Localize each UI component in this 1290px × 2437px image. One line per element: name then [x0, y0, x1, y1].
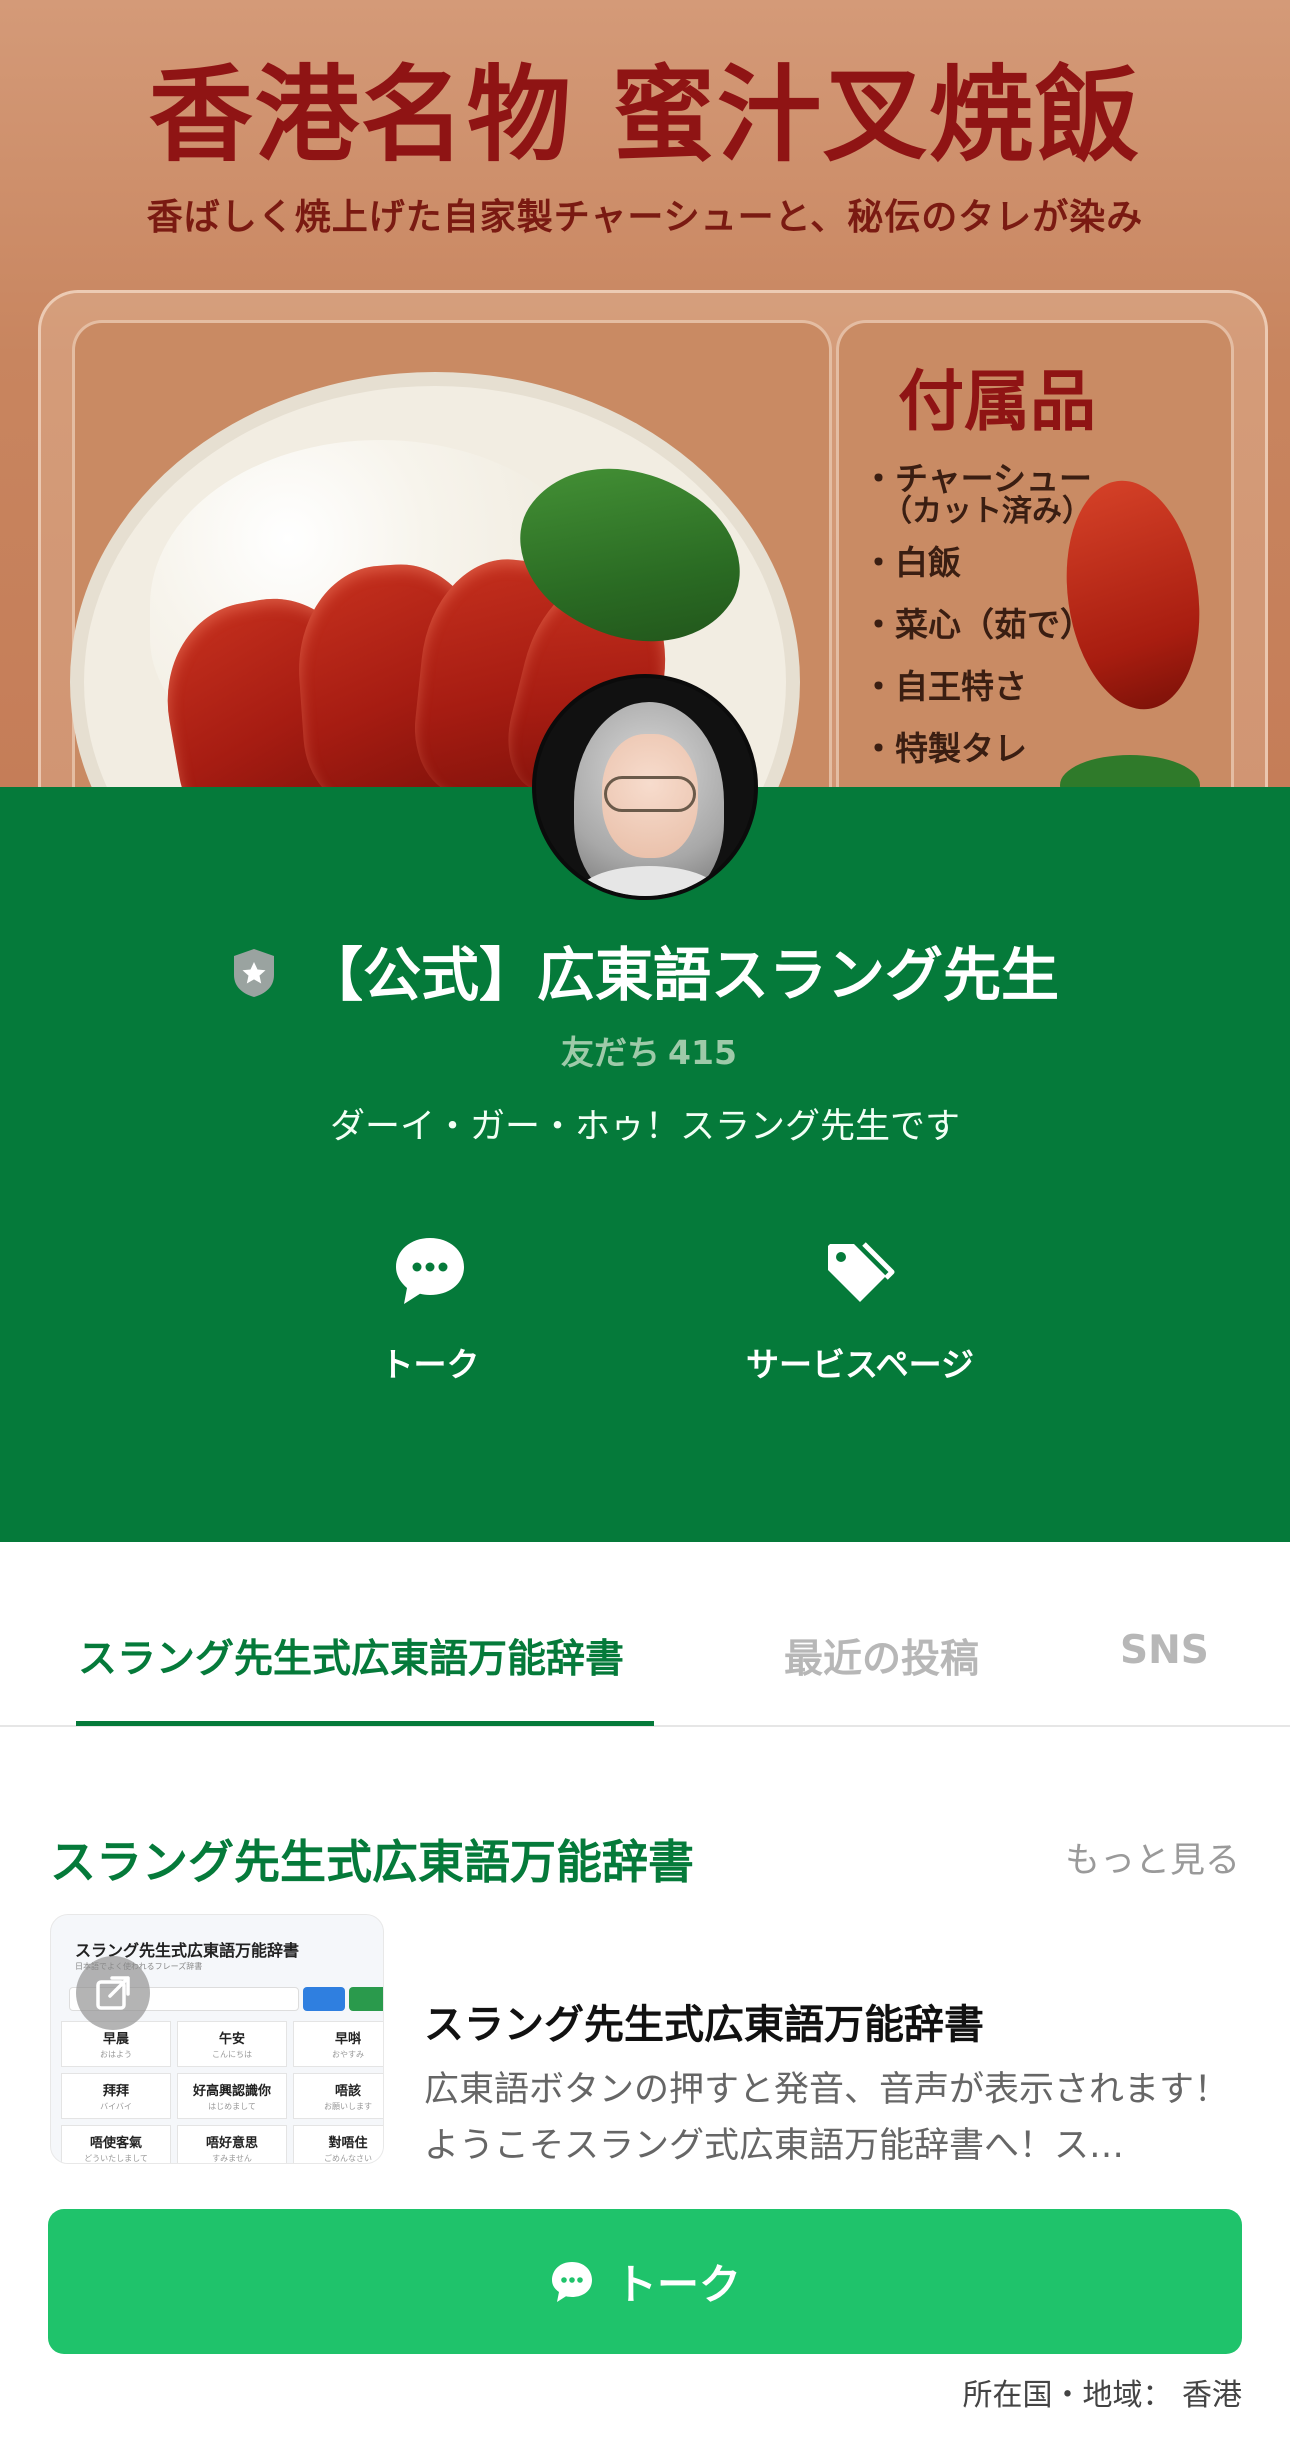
accessory-item: ・自王特さ — [862, 667, 1027, 706]
account-name-row: 【公式】広東語スラング先生 — [0, 928, 1290, 1012]
thumb-cell: 唔該 お願いします — [293, 2073, 383, 2119]
accessory-item: ・菜心（茹で） — [862, 605, 1093, 644]
thumb-cell: 早唞 おやすみ — [293, 2021, 383, 2067]
tag-icon — [828, 1242, 895, 1302]
profile-header — [0, 787, 1290, 1542]
service-page-button[interactable]: サービスページ — [720, 1232, 1000, 1386]
talk-action-button[interactable]: トーク — [330, 1232, 530, 1386]
cover-banner-image: 香港名物 蜜汁叉焼飯 香ばしく焼上げた自家製チャーシューと、秘伝のタレが染み 付… — [0, 0, 1290, 787]
status-message: ダーイ・ガー・ホゥ！スラング先生です — [329, 1107, 960, 1147]
thumb-cell: 拜拜 バイバイ — [61, 2073, 171, 2119]
tab-sns[interactable]: SNS — [1120, 1628, 1209, 1673]
see-more-link[interactable]: もっと見る — [1065, 1832, 1240, 1883]
talk-cta-label: トーク — [614, 2260, 741, 2309]
avatar-glasses — [604, 776, 696, 812]
tab-bar: スラング先生式広東語万能辞書 最近の投稿 SNS — [0, 1542, 1290, 1727]
thumb-cell: 唔使客氣 どういたしまして — [61, 2125, 171, 2163]
accessories-title: 付属品 — [898, 362, 1096, 440]
thumb-cell: 午安 こんにちは — [177, 2021, 287, 2067]
thumb-button — [303, 1987, 345, 2011]
tab-recent-posts[interactable]: 最近の投稿 — [784, 1628, 979, 1684]
location-info: 所在国・地域： 香港 — [962, 2378, 1242, 2413]
chat-bubble-icon — [396, 1238, 464, 1304]
thumb-cell: 唔好意思 すみません — [177, 2125, 287, 2163]
accessory-item: （カット済み） — [882, 494, 1092, 529]
accessories-list: ・チャーシュー （カット済み） ・白飯 ・菜心（茹で） ・自王特さ ・特製タレ — [862, 448, 1093, 780]
thumb-cell: 對唔住 ごめんなさい — [293, 2125, 383, 2163]
thumb-cell: 好高興認識你 はじめまして — [177, 2073, 287, 2119]
card-thumbnail[interactable]: スラング先生式広東語万能辞書 日本語でよく使われるフレーズ辞書 早晨おはよう 午… — [50, 1914, 384, 2164]
friends-label: 友だち — [561, 1033, 661, 1072]
talk-cta-button[interactable]: トーク — [48, 2209, 1242, 2354]
official-badge-icon — [233, 948, 274, 997]
accessory-item: ・特製タレ — [862, 729, 1027, 768]
card-title[interactable]: スラング先生式広東語万能辞書 — [424, 1992, 984, 2050]
friends-count-row[interactable]: 友だち 415 — [0, 1026, 1290, 1074]
friends-count: 415 — [668, 1033, 737, 1072]
active-tab-indicator — [76, 1721, 654, 1726]
section-title: スラング先生式広東語万能辞書 — [50, 1835, 694, 1889]
avatar[interactable] — [532, 674, 758, 900]
thumb-phrase-grid: 早晨 おはよう 午安 こんにちは 早唞 おやすみ 拜拜 バイバイ 好高興認識你 はじめまし… — [61, 2021, 383, 2163]
external-link-icon — [76, 1956, 150, 2030]
tab-dictionary[interactable]: スラング先生式広東語万能辞書 — [78, 1628, 624, 1684]
talk-action-label: トーク — [380, 1345, 480, 1384]
thumb-button — [349, 1987, 383, 2011]
chat-bubble-icon — [551, 2261, 592, 2302]
accessory-item: ・白飯 — [862, 543, 961, 582]
service-page-label: サービスページ — [745, 1345, 975, 1384]
banner-subtitle: 香ばしく焼上げた自家製チャーシューと、秘伝のタレが染み — [146, 197, 1144, 238]
card-description: 広東語ボタンの押すと発音、音声が表示されます！ようこそスラング式広東語万能辞書へ… — [424, 2070, 1230, 2166]
banner-title: 香港名物 蜜汁叉焼飯 — [148, 53, 1142, 176]
account-name: 【公式】広東語スラング先生 — [304, 941, 1059, 1009]
